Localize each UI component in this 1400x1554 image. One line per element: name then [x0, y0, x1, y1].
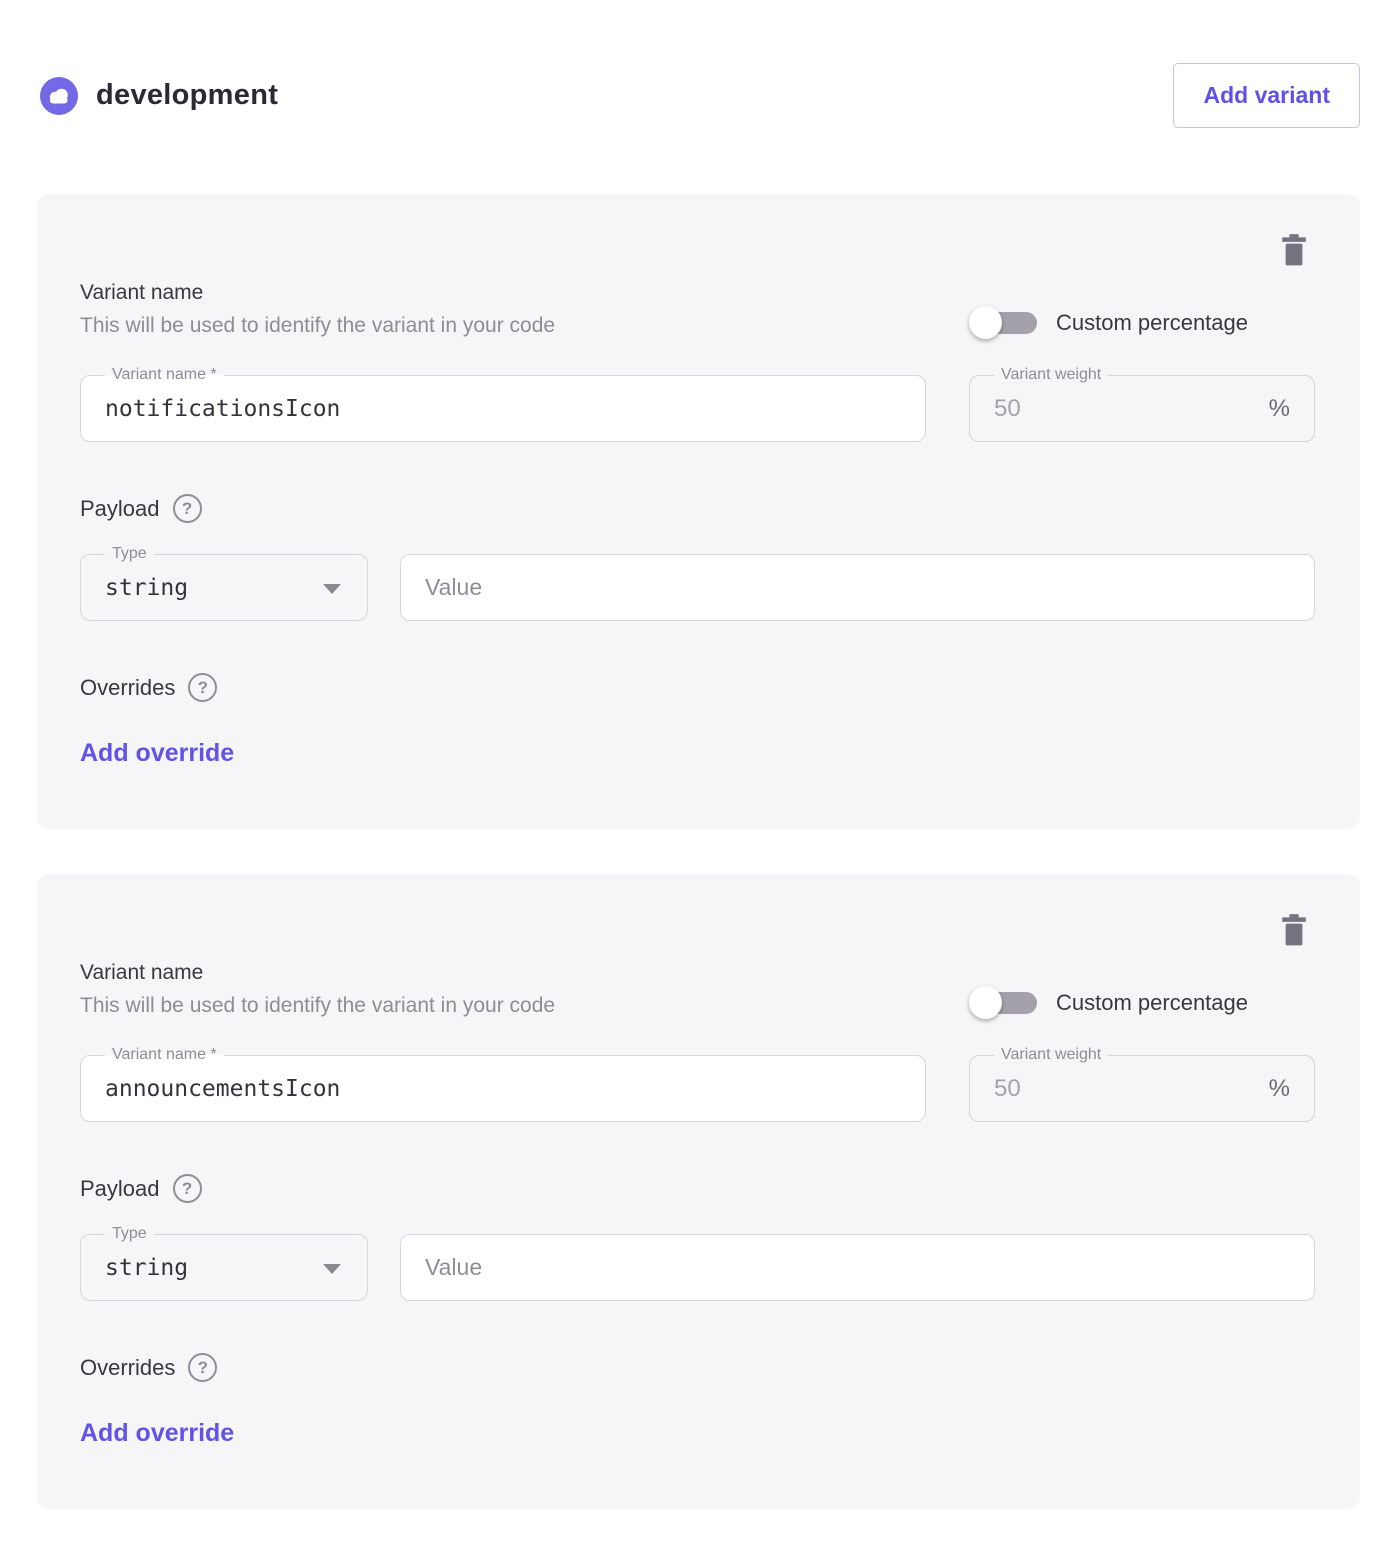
payload-row: Type string [80, 1234, 1315, 1301]
payload-value-input[interactable] [425, 1255, 1290, 1281]
question-mark-icon[interactable]: ? [188, 1353, 217, 1382]
variant-name-section: Variant name This will be used to identi… [80, 961, 1315, 1122]
variant-weight-input[interactable] [994, 395, 1259, 423]
custom-percentage-label: Custom percentage [1056, 990, 1248, 1016]
payload-value-field[interactable] [400, 1234, 1315, 1301]
variant-name-column: Variant name This will be used to identi… [80, 961, 926, 1122]
variant-weight-input[interactable] [994, 1075, 1259, 1103]
variant-name-section: Variant name This will be used to identi… [80, 281, 1315, 442]
variant-card: Variant name This will be used to identi… [37, 874, 1360, 1509]
custom-percentage-toggle[interactable] [969, 306, 1037, 339]
variant-weight-column: Custom percentage Variant weight % [969, 986, 1315, 1122]
delete-variant-button[interactable] [1279, 234, 1309, 268]
chevron-down-icon [323, 584, 341, 594]
trash-icon [1279, 256, 1309, 271]
payload-type-select[interactable]: Type string [80, 554, 368, 621]
page: development Add variant [0, 0, 1400, 1539]
question-mark-icon[interactable]: ? [173, 494, 202, 523]
variant-name-field-label: Variant name * [105, 1045, 224, 1065]
custom-percentage-label: Custom percentage [1056, 310, 1248, 336]
variant-weight-field-label: Variant weight [994, 1045, 1108, 1065]
payload-type-label: Type [105, 544, 154, 564]
payload-type-label: Type [105, 1224, 154, 1244]
card-actions [80, 234, 1315, 268]
variant-cards: Variant name This will be used to identi… [37, 194, 1360, 1509]
question-mark-icon[interactable]: ? [188, 673, 217, 702]
variant-name-field[interactable]: Variant name * [80, 375, 926, 442]
payload-value-input[interactable] [425, 575, 1290, 601]
overrides-header: Overrides ? [80, 673, 1315, 702]
cloud-icon [40, 77, 78, 115]
payload-type-value: string [105, 575, 188, 601]
variant-name-field-label: Variant name * [105, 365, 224, 385]
custom-percentage-row: Custom percentage [969, 986, 1315, 1019]
card-actions [80, 914, 1315, 948]
payload-row: Type string [80, 554, 1315, 621]
environment-header: development [37, 77, 278, 115]
toggle-thumb [969, 986, 1002, 1019]
variant-weight-field[interactable]: Variant weight % [969, 1055, 1315, 1122]
percent-suffix: % [1259, 1075, 1290, 1103]
variant-name-help: This will be used to identify the varian… [80, 994, 926, 1018]
page-title: development [96, 79, 278, 112]
variant-card: Variant name This will be used to identi… [37, 194, 1360, 829]
payload-header: Payload ? [80, 1174, 1315, 1203]
chevron-down-icon [323, 1264, 341, 1274]
toggle-thumb [969, 306, 1002, 339]
variant-name-input[interactable] [105, 396, 901, 422]
payload-header: Payload ? [80, 494, 1315, 523]
overrides-label: Overrides [80, 675, 175, 701]
add-variant-button[interactable]: Add variant [1173, 63, 1360, 128]
delete-variant-button[interactable] [1279, 914, 1309, 948]
custom-percentage-row: Custom percentage [969, 306, 1315, 339]
custom-percentage-toggle[interactable] [969, 986, 1037, 1019]
variant-name-label: Variant name [80, 961, 926, 985]
payload-label: Payload [80, 1176, 160, 1202]
variant-name-label: Variant name [80, 281, 926, 305]
variant-name-help: This will be used to identify the varian… [80, 314, 926, 338]
payload-value-field[interactable] [400, 554, 1315, 621]
variant-name-input[interactable] [105, 1076, 901, 1102]
add-override-button[interactable]: Add override [80, 739, 234, 768]
overrides-label: Overrides [80, 1355, 175, 1381]
variant-name-field[interactable]: Variant name * [80, 1055, 926, 1122]
variant-weight-column: Custom percentage Variant weight % [969, 306, 1315, 442]
payload-label: Payload [80, 496, 160, 522]
question-mark-icon[interactable]: ? [173, 1174, 202, 1203]
overrides-header: Overrides ? [80, 1353, 1315, 1382]
variant-weight-field-label: Variant weight [994, 365, 1108, 385]
variant-weight-field[interactable]: Variant weight % [969, 375, 1315, 442]
trash-icon [1279, 936, 1309, 951]
percent-suffix: % [1259, 395, 1290, 423]
payload-type-select[interactable]: Type string [80, 1234, 368, 1301]
payload-type-value: string [105, 1255, 188, 1281]
add-override-button[interactable]: Add override [80, 1419, 234, 1448]
header: development Add variant [37, 63, 1360, 128]
variant-name-column: Variant name This will be used to identi… [80, 281, 926, 442]
